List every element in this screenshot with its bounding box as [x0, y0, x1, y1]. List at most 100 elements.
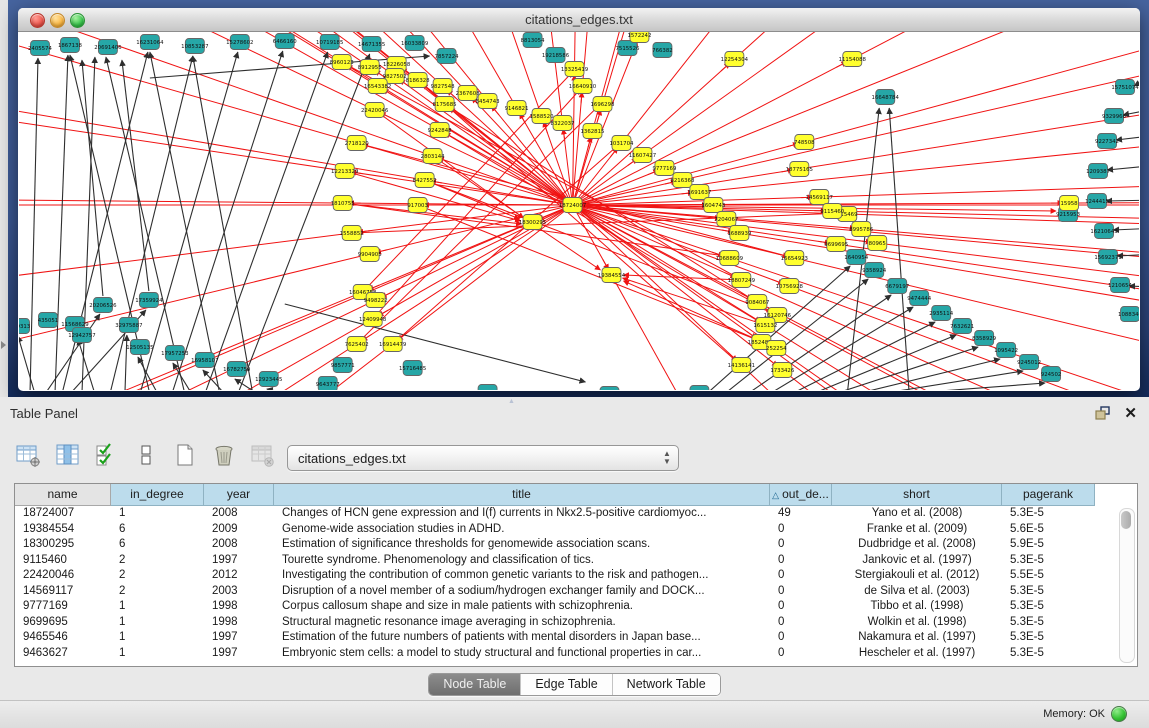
graph-node[interactable]: 19384554: [598, 268, 626, 283]
table-cell[interactable]: 1997: [204, 646, 274, 662]
table-cell[interactable]: 9465546: [15, 630, 111, 646]
show-columns-icon[interactable]: [53, 440, 83, 470]
graph-node[interactable]: 9115460: [820, 204, 845, 219]
graph-node[interactable]: 15716485: [399, 361, 426, 376]
column-header-title[interactable]: title: [274, 484, 770, 506]
table-cell[interactable]: 1: [111, 599, 204, 615]
table-row[interactable]: 1938455462009Genome-wide association stu…: [15, 522, 1137, 538]
graph-node[interactable]: 1688939: [727, 226, 752, 241]
table-cell[interactable]: Stergiakouli et al. (2012): [832, 568, 1002, 584]
graph-node[interactable]: 917003: [407, 198, 428, 213]
graph-node[interactable]: 8912955: [358, 60, 382, 75]
memory-ok-icon[interactable]: [1111, 706, 1127, 722]
graph-node[interactable]: 9242848: [428, 123, 453, 138]
table-cell[interactable]: 5.3E-5: [1002, 646, 1095, 662]
graph-node[interactable]: 766382: [652, 43, 673, 58]
graph-node[interactable]: 12254304: [721, 52, 749, 67]
graph-node[interactable]: 8454743: [476, 94, 500, 109]
column-header-name[interactable]: name: [15, 484, 111, 506]
graph-node[interactable]: 7857224: [435, 49, 460, 64]
graph-node[interactable]: 8995786: [849, 222, 874, 237]
table-cell[interactable]: Estimation of the future numbers of pati…: [274, 630, 770, 646]
graph-node[interactable]: 1696298: [591, 97, 616, 112]
table-cell[interactable]: Hescheler et al. (1997): [832, 646, 1002, 662]
graph-node[interactable]: 1463717: [687, 386, 711, 391]
graph-node[interactable]: 252254: [766, 341, 787, 356]
table-cell[interactable]: 0: [770, 599, 832, 615]
graph-node[interactable]: 2935114: [929, 306, 954, 321]
table-cell[interactable]: 19384554: [15, 522, 111, 538]
table-cell[interactable]: Tibbo et al. (1998): [832, 599, 1002, 615]
table-cell[interactable]: Dudbridge et al. (2008): [832, 537, 1002, 553]
table-row[interactable]: 1872400712008Changes of HCN gene express…: [15, 506, 1137, 522]
graph-node[interactable]: 1810755: [331, 196, 355, 211]
table-cell[interactable]: 18724007: [15, 506, 111, 522]
graph-node[interactable]: 10688609: [716, 251, 744, 266]
graph-node[interactable]: 16543382: [364, 79, 391, 94]
graph-node[interactable]: 8175685: [433, 97, 457, 112]
graph-node[interactable]: 2803144: [421, 149, 446, 164]
select-columns-icon[interactable]: [92, 440, 122, 470]
table-row[interactable]: 969969511998Structural magnetic resonanc…: [15, 615, 1137, 631]
table-cell[interactable]: Embryonic stem cells: a model to study s…: [274, 646, 770, 662]
graph-node[interactable]: 16648784: [872, 90, 900, 105]
graph-node[interactable]: 8322037: [551, 116, 575, 131]
table-cell[interactable]: 22420046: [15, 568, 111, 584]
graph-node[interactable]: 1558852: [340, 226, 364, 241]
tab-network-table[interactable]: Network Table: [613, 674, 720, 695]
table-cell[interactable]: Jankovic et al. (1997): [832, 553, 1002, 569]
table-cell[interactable]: Disruption of a novel member of a sodium…: [274, 584, 770, 600]
close-icon[interactable]: ✕: [1124, 404, 1137, 422]
graph-node[interactable]: 6679197: [885, 279, 909, 294]
graph-node[interactable]: 9699695: [824, 237, 848, 252]
graph-node[interactable]: 439313: [19, 319, 30, 334]
table-cell[interactable]: 1: [111, 630, 204, 646]
graph-node[interactable]: 16958107: [191, 353, 218, 368]
table-cell[interactable]: 5.3E-5: [1002, 553, 1095, 569]
table-cell[interactable]: 2008: [204, 537, 274, 553]
graph-node[interactable]: 10719185: [316, 35, 343, 50]
graph-node[interactable]: 9227342: [1095, 134, 1119, 149]
table-cell[interactable]: Yano et al. (2008): [832, 506, 1002, 522]
table-cell[interactable]: 9463627: [15, 646, 111, 662]
graph-node[interactable]: 12942757: [68, 328, 95, 343]
table-cell[interactable]: Franke et al. (2009): [832, 522, 1002, 538]
graph-node[interactable]: 9245012: [1017, 355, 1041, 370]
graph-node[interactable]: 15751074: [1111, 80, 1139, 95]
float-window-icon[interactable]: [1095, 406, 1111, 421]
table-cell[interactable]: 0: [770, 615, 832, 631]
graph-node[interactable]: 9146821: [505, 101, 529, 116]
table-cell[interactable]: 18300295: [15, 537, 111, 553]
graph-node[interactable]: 16210643: [1090, 224, 1117, 239]
delete-table-icon[interactable]: [209, 440, 239, 470]
graph-node[interactable]: 1031704: [609, 136, 634, 151]
table-cell[interactable]: 2003: [204, 584, 274, 600]
vertical-scrollbar[interactable]: [1119, 508, 1135, 663]
table-cell[interactable]: Investigating the contribution of common…: [274, 568, 770, 584]
table-cell[interactable]: 0: [770, 646, 832, 662]
tab-node-table[interactable]: Node Table: [429, 674, 521, 695]
graph-node[interactable]: 9474444: [907, 291, 932, 306]
table-cell[interactable]: Tourette syndrome. Phenomenology and cla…: [274, 553, 770, 569]
graph-node[interactable]: 1210654: [1108, 278, 1133, 293]
graph-node[interactable]: 14671355: [358, 37, 385, 52]
table-row[interactable]: 911546021997Tourette syndrome. Phenomeno…: [15, 553, 1137, 569]
graph-node[interactable]: 1572242: [627, 32, 651, 43]
scrollbar-thumb[interactable]: [1121, 511, 1131, 529]
table-cell[interactable]: 5.9E-5: [1002, 537, 1095, 553]
graph-node[interactable]: 7204067: [714, 212, 738, 227]
table-cell[interactable]: 1998: [204, 599, 274, 615]
table-cell[interactable]: 5.3E-5: [1002, 506, 1095, 522]
graph-node[interactable]: 748508: [794, 135, 815, 150]
graph-node[interactable]: 9465546: [598, 387, 623, 391]
table-cell[interactable]: 0: [770, 537, 832, 553]
graph-node[interactable]: 9857771: [331, 358, 355, 373]
table-row[interactable]: 977716911998Corpus callosum shape and si…: [15, 599, 1137, 615]
graph-node[interactable]: 16640910: [569, 79, 597, 94]
table-cell[interactable]: 14569117: [15, 584, 111, 600]
network-window-titlebar[interactable]: citations_edges.txt: [18, 8, 1140, 32]
graph-node[interactable]: 80965: [868, 236, 887, 251]
graph-node[interactable]: 8427552: [413, 173, 437, 188]
graph-node[interactable]: 1244415: [1085, 194, 1109, 209]
graph-node[interactable]: 8960123: [330, 55, 354, 70]
